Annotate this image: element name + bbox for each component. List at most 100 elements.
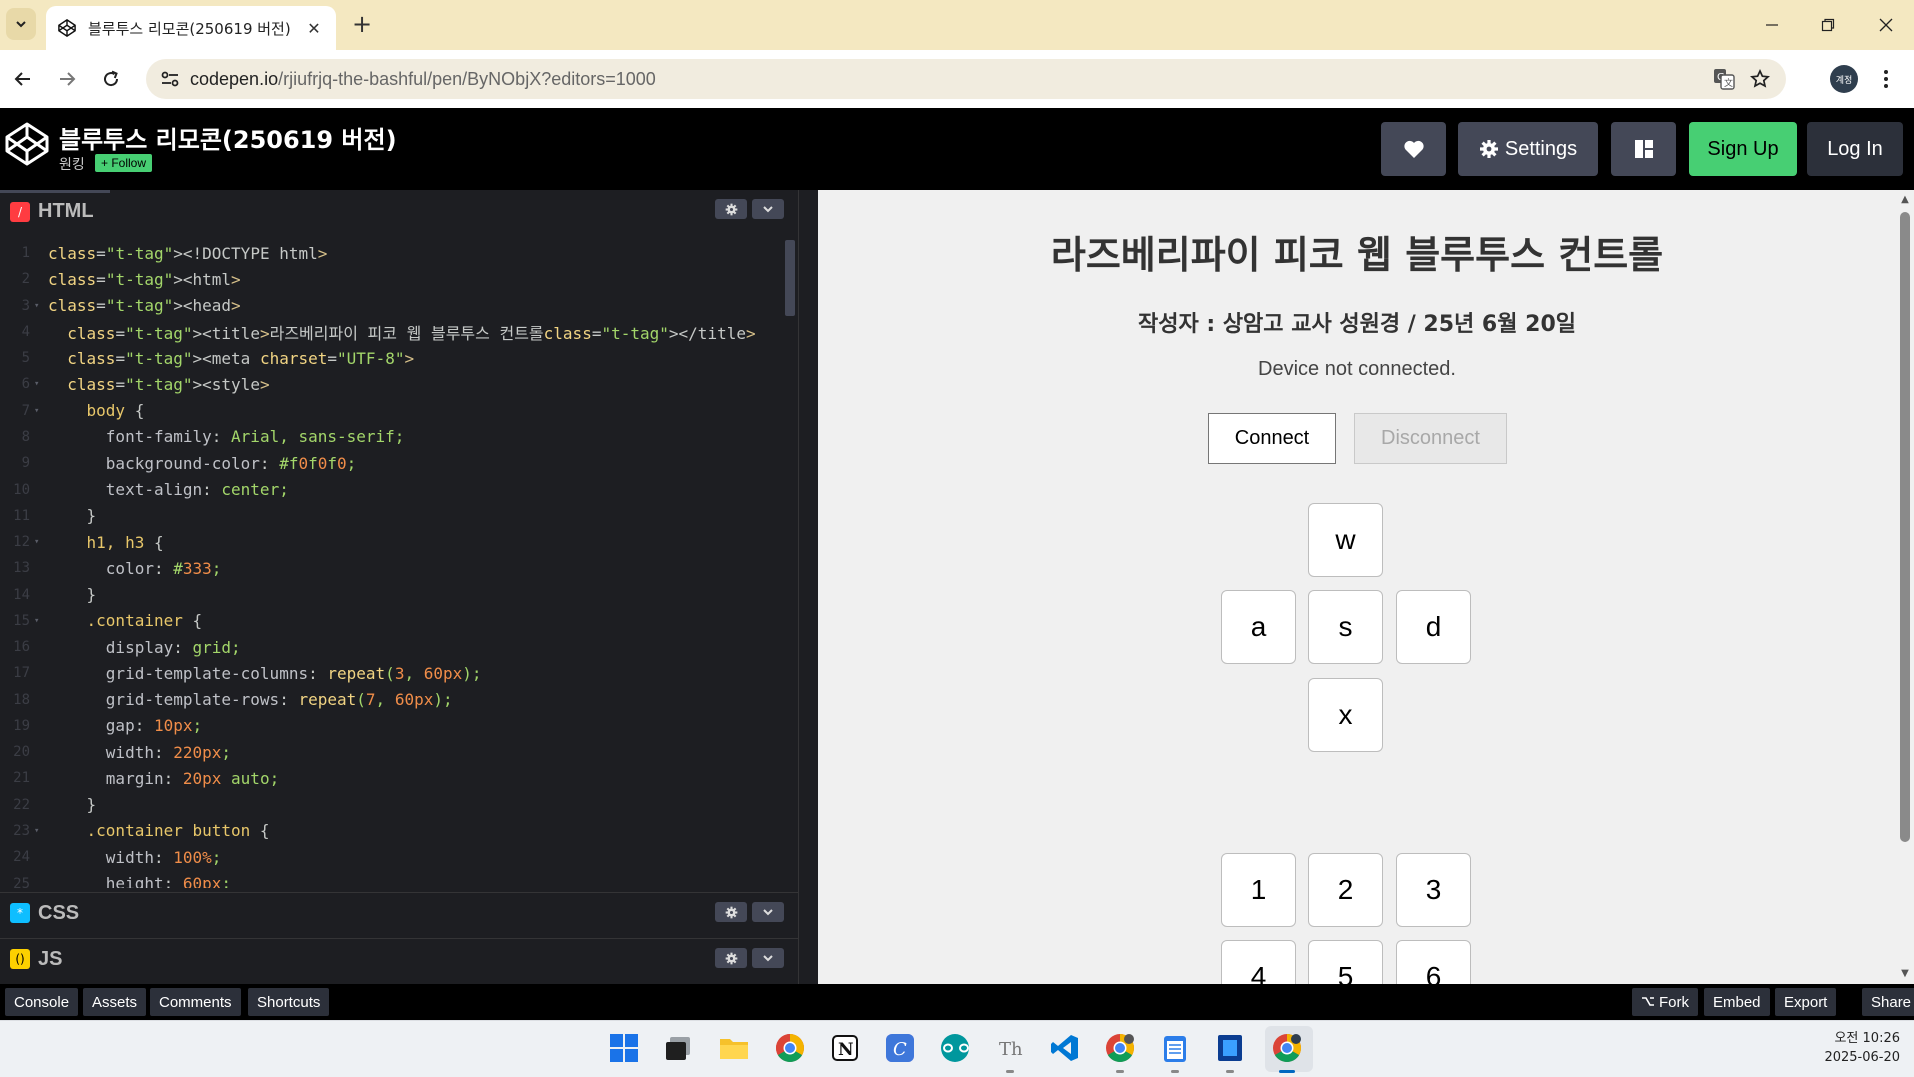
system-clock[interactable]: 오전 10:26 2025-06-20 (1800, 1029, 1900, 1067)
code-line[interactable]: 12 ▾ h1, h3 { (0, 529, 784, 555)
code-line[interactable]: 9 background-color: #f0f0f0; (0, 450, 784, 476)
code-line[interactable]: 5 class="t-tag"><meta charset="UTF-8"> (0, 345, 784, 371)
code-line[interactable]: 20 width: 220px; (0, 739, 784, 765)
code-line[interactable]: 8 font-family: Arial, sans-serif; (0, 424, 784, 450)
html-code-editor[interactable]: 1 class="t-tag"><!DOCTYPE html> 2 class="t-… (0, 240, 784, 888)
css-settings-button[interactable] (715, 902, 747, 922)
code-line[interactable]: 25 height: 60px; (0, 870, 784, 888)
chrome-profile-icon[interactable] (1103, 1031, 1137, 1065)
css-collapse-button[interactable] (752, 902, 784, 922)
notepad-icon[interactable] (1158, 1031, 1192, 1065)
connect-button[interactable]: Connect (1208, 413, 1336, 464)
code-line[interactable]: 4 class="t-tag"><title>라즈베리파이 피코 웹 블루투스 … (0, 319, 784, 345)
code-line[interactable]: 22 } (0, 792, 784, 818)
browser-menu-button[interactable] (1876, 64, 1896, 94)
restore-button[interactable] (1808, 10, 1848, 40)
js-settings-button[interactable] (715, 948, 747, 968)
code-line[interactable]: 7 ▾ body { (0, 398, 784, 424)
scroll-up-icon[interactable]: ▲ (1899, 194, 1911, 206)
reload-button[interactable] (96, 64, 126, 94)
signup-button[interactable]: Sign Up (1689, 122, 1797, 176)
js-collapse-button[interactable] (752, 948, 784, 968)
app-icon[interactable] (1213, 1031, 1247, 1065)
pen-author[interactable]: 원킹 (59, 154, 85, 174)
code-line[interactable]: 19 gap: 10px; (0, 713, 784, 739)
file-explorer-icon[interactable] (717, 1031, 751, 1065)
profile-avatar[interactable]: 계정 (1830, 65, 1858, 93)
settings-button[interactable]: Settings (1458, 122, 1598, 176)
url-text[interactable]: codepen.io/rjiufrjq-the-bashful/pen/ByNO… (190, 69, 656, 90)
fork-button[interactable]: Fork (1632, 988, 1698, 1016)
forward-button[interactable] (52, 64, 82, 94)
disconnect-button[interactable]: Disconnect (1354, 413, 1507, 464)
console-button[interactable]: Console (5, 988, 79, 1016)
fold-marker-icon[interactable]: ▾ (34, 379, 48, 389)
tab-close-icon[interactable]: ✕ (304, 18, 324, 38)
key-w-button[interactable]: w (1308, 503, 1383, 577)
site-info-button[interactable] (150, 59, 190, 99)
key-1-button[interactable]: 1 (1221, 853, 1296, 927)
code-line[interactable]: 11 } (0, 503, 784, 529)
editor-resizer[interactable] (798, 190, 818, 984)
preview-scroll-thumb[interactable] (1900, 212, 1910, 842)
code-line[interactable]: 10 text-align: center; (0, 476, 784, 502)
fold-marker-icon[interactable]: ▾ (34, 301, 48, 311)
code-line[interactable]: 1 class="t-tag"><!DOCTYPE html> (0, 240, 784, 266)
embed-button[interactable]: Embed (1704, 988, 1770, 1016)
code-line[interactable]: 18 grid-template-rows: repeat(7, 60px); (0, 687, 784, 713)
bookmark-button[interactable] (1742, 59, 1778, 99)
code-line[interactable]: 3 ▾ class="t-tag"><head> (0, 293, 784, 319)
fold-marker-icon[interactable]: ▾ (34, 406, 48, 416)
key-4-button[interactable]: 4 (1221, 940, 1296, 984)
key-x-button[interactable]: x (1308, 678, 1383, 752)
code-line[interactable]: 17 grid-template-columns: repeat(3, 60px… (0, 660, 784, 686)
change-view-button[interactable] (1611, 122, 1676, 176)
html-collapse-button[interactable] (752, 199, 784, 219)
assets-button[interactable]: Assets (83, 988, 147, 1016)
code-line[interactable]: 6 ▾ class="t-tag"><style> (0, 371, 784, 397)
key-a-button[interactable]: a (1221, 590, 1296, 664)
address-bar[interactable]: codepen.io/rjiufrjq-the-bashful/pen/ByNO… (146, 59, 1786, 99)
key-6-button[interactable]: 6 (1396, 940, 1471, 984)
fold-marker-icon[interactable]: ▾ (34, 537, 48, 547)
browser-tab-active[interactable]: 블루투스 리모콘(250619 버전) ✕ (46, 6, 336, 50)
tab-search-button[interactable] (6, 8, 36, 40)
typora-icon[interactable]: Th (993, 1031, 1027, 1065)
code-line[interactable]: 15 ▾ .container { (0, 608, 784, 634)
comments-button[interactable]: Comments (150, 988, 241, 1016)
task-view-icon[interactable] (661, 1031, 695, 1065)
code-line[interactable]: 2 class="t-tag"><html> (0, 266, 784, 292)
code-line[interactable]: 21 margin: 20px auto; (0, 765, 784, 791)
js-editor-tab[interactable]: () JS (0, 939, 79, 979)
love-button[interactable] (1381, 122, 1446, 176)
html-settings-button[interactable] (715, 199, 747, 219)
export-button[interactable]: Export (1775, 988, 1837, 1016)
follow-button[interactable]: + Follow (95, 154, 153, 172)
canva-icon[interactable]: C (883, 1031, 917, 1065)
code-scrollbar[interactable] (784, 240, 796, 888)
codepen-logo-icon[interactable] (4, 121, 50, 167)
key-2-button[interactable]: 2 (1308, 853, 1383, 927)
share-button[interactable]: Share (1862, 988, 1914, 1016)
code-line[interactable]: 16 display: grid; (0, 634, 784, 660)
notion-icon[interactable]: N (828, 1031, 862, 1065)
chrome-active-icon[interactable] (1270, 1031, 1304, 1065)
shortcuts-button[interactable]: Shortcuts (248, 988, 330, 1016)
new-tab-button[interactable]: + (350, 12, 374, 37)
key-d-button[interactable]: d (1396, 590, 1471, 664)
code-line[interactable]: 14 } (0, 581, 784, 607)
arduino-icon[interactable] (938, 1031, 972, 1065)
start-button-icon[interactable] (607, 1031, 641, 1065)
fold-marker-icon[interactable]: ▾ (34, 826, 48, 836)
css-editor-tab[interactable]: * CSS (0, 893, 96, 933)
fold-marker-icon[interactable]: ▾ (34, 616, 48, 626)
key-s-button[interactable]: s (1308, 590, 1383, 664)
back-button[interactable] (8, 64, 38, 94)
key-5-button[interactable]: 5 (1308, 940, 1383, 984)
key-3-button[interactable]: 3 (1396, 853, 1471, 927)
html-editor-tab[interactable]: / HTML (0, 190, 110, 230)
minimize-button[interactable] (1752, 10, 1792, 40)
translate-button[interactable]: G文 (1706, 59, 1742, 99)
code-line[interactable]: 23 ▾ .container button { (0, 818, 784, 844)
vscode-icon[interactable] (1048, 1031, 1082, 1065)
